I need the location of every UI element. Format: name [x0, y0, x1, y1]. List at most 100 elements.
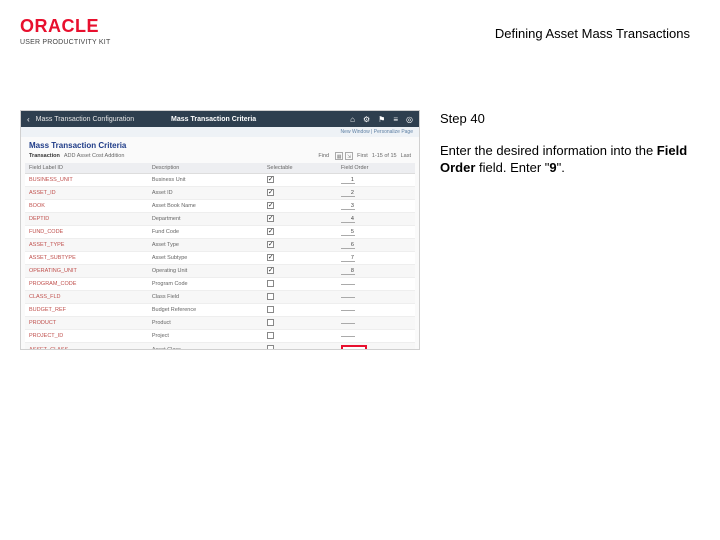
- home-icon[interactable]: ⌂: [350, 115, 355, 124]
- criteria-grid: Field Label ID Description Selectable Fi…: [25, 163, 415, 350]
- cell-selectable: [263, 278, 337, 291]
- selectable-checkbox[interactable]: [267, 319, 274, 326]
- cell-field-order: 7: [337, 252, 415, 265]
- cell-description: Asset Subtype: [148, 252, 263, 265]
- field-order-input[interactable]: 3: [341, 203, 355, 210]
- selectable-checkbox[interactable]: [267, 189, 274, 196]
- cell-description: Asset ID: [148, 187, 263, 200]
- field-order-input[interactable]: [341, 297, 355, 298]
- cell-description: Department: [148, 213, 263, 226]
- cell-field-order: [337, 304, 415, 317]
- cell-field-label-id[interactable]: BOOK: [25, 200, 148, 213]
- table-row: DEPTIDDepartment 4: [25, 213, 415, 226]
- cell-field-label-id[interactable]: ASSET_ID: [25, 187, 148, 200]
- cell-field-label-id[interactable]: ASSET_SUBTYPE: [25, 252, 148, 265]
- field-order-input[interactable]: 1: [341, 177, 355, 184]
- field-order-input[interactable]: 7: [341, 255, 355, 262]
- cell-description: Class Field: [148, 291, 263, 304]
- cell-selectable: [263, 174, 337, 187]
- cell-selectable: [263, 330, 337, 343]
- cell-selectable: [263, 317, 337, 330]
- table-row: BUDGET_REFBudget Reference: [25, 304, 415, 317]
- cell-field-label-id[interactable]: DEPTID: [25, 213, 148, 226]
- table-row: BUSINESS_UNITBusiness Unit1: [25, 174, 415, 187]
- table-row: BOOKAsset Book Name3: [25, 200, 415, 213]
- field-order-input[interactable]: [341, 284, 355, 285]
- selectable-checkbox[interactable]: [267, 293, 274, 300]
- grid-find-link[interactable]: Find: [318, 153, 329, 159]
- cell-field-label-id[interactable]: BUDGET_REF: [25, 304, 148, 317]
- selectable-checkbox[interactable]: [267, 280, 274, 287]
- cell-field-label-id[interactable]: ASSET_TYPE: [25, 239, 148, 252]
- cell-selectable: [263, 187, 337, 200]
- cell-field-label-id[interactable]: OPERATING_UNIT: [25, 265, 148, 278]
- cell-field-order: [337, 278, 415, 291]
- cell-field-order: 8: [337, 265, 415, 278]
- cell-selectable: [263, 343, 337, 351]
- cell-selectable: [263, 265, 337, 278]
- embedded-app-screenshot: ‹ Mass Transaction Configuration Mass Tr…: [20, 110, 420, 350]
- cell-field-label-id[interactable]: ASSET_CLASS: [25, 343, 148, 351]
- instruction-panel: Step 40 Enter the desired information in…: [440, 110, 700, 177]
- breadcrumb-prev[interactable]: Mass Transaction Configuration: [36, 116, 134, 123]
- menu-icon[interactable]: ≡: [393, 115, 398, 124]
- cell-description: Product: [148, 317, 263, 330]
- table-row: PRODUCTProduct: [25, 317, 415, 330]
- selectable-checkbox[interactable]: [267, 176, 274, 183]
- selectable-checkbox[interactable]: [267, 202, 274, 209]
- field-order-input[interactable]: [341, 323, 355, 324]
- col-field-order: Field Order: [337, 163, 415, 174]
- field-order-input[interactable]: 5: [341, 229, 355, 236]
- cell-field-order: 3: [337, 200, 415, 213]
- cell-field-label-id[interactable]: BUSINESS_UNIT: [25, 174, 148, 187]
- cell-description: Project: [148, 330, 263, 343]
- field-order-input[interactable]: 6: [341, 242, 355, 249]
- cell-field-order: 1: [337, 174, 415, 187]
- cell-field-label-id[interactable]: PROGRAM_CODE: [25, 278, 148, 291]
- col-field-label-id: Field Label ID: [25, 163, 148, 174]
- selectable-checkbox[interactable]: [267, 306, 274, 313]
- cell-selectable: [263, 200, 337, 213]
- instruction-text: Enter the desired information into the F…: [440, 142, 700, 177]
- step-label: Step 40: [440, 110, 700, 128]
- field-order-input[interactable]: [341, 336, 355, 337]
- table-row: ASSET_TYPEAsset Type6: [25, 239, 415, 252]
- selectable-checkbox[interactable]: [267, 254, 274, 261]
- table-row: ASSET_IDAsset ID 2: [25, 187, 415, 200]
- table-row: ASSET_SUBTYPEAsset Subtype 7: [25, 252, 415, 265]
- form-title: Mass Transaction Criteria: [21, 137, 419, 152]
- flag-icon[interactable]: ⚑: [378, 115, 385, 124]
- selectable-checkbox[interactable]: [267, 215, 274, 222]
- logo-brand: ORACLE: [20, 16, 110, 37]
- more-icon[interactable]: ◎: [406, 115, 413, 124]
- selectable-checkbox[interactable]: [267, 241, 274, 248]
- selectable-checkbox[interactable]: [267, 267, 274, 274]
- table-row: PROGRAM_CODEProgram Code: [25, 278, 415, 291]
- table-row: FUND_CODEFund Code5: [25, 226, 415, 239]
- table-row: ASSET_CLASSAsset Class: [25, 343, 415, 351]
- field-order-input[interactable]: 4: [341, 216, 355, 223]
- search-icon[interactable]: ⚙: [363, 115, 370, 124]
- field-order-input-highlight[interactable]: [341, 345, 367, 351]
- app-sublinks[interactable]: New Window | Personalize Page: [21, 127, 419, 137]
- cell-field-label-id[interactable]: CLASS_FLD: [25, 291, 148, 304]
- selectable-checkbox[interactable]: [267, 228, 274, 235]
- cell-field-label-id[interactable]: PROJECT_ID: [25, 330, 148, 343]
- logo-subtitle: USER PRODUCTIVITY KIT: [20, 39, 110, 46]
- field-order-input[interactable]: [341, 310, 355, 311]
- table-row: CLASS_FLDClass Field: [25, 291, 415, 304]
- field-order-input[interactable]: 2: [341, 190, 355, 197]
- back-chevron-icon[interactable]: ‹: [27, 115, 30, 124]
- grid-last-link[interactable]: Last: [401, 153, 411, 159]
- cell-description: Asset Class: [148, 343, 263, 351]
- table-row: PROJECT_IDProject: [25, 330, 415, 343]
- selectable-checkbox[interactable]: [267, 345, 274, 350]
- grid-first-link[interactable]: First: [357, 153, 368, 159]
- form-meta-row: Transaction ADD Asset Cost Addition Find…: [21, 152, 419, 163]
- selectable-checkbox[interactable]: [267, 332, 274, 339]
- field-order-input[interactable]: 8: [341, 268, 355, 275]
- cell-field-label-id[interactable]: FUND_CODE: [25, 226, 148, 239]
- cell-field-order: 4: [337, 213, 415, 226]
- cell-field-label-id[interactable]: PRODUCT: [25, 317, 148, 330]
- grid-tool-icons[interactable]: ▦⇲: [333, 152, 353, 160]
